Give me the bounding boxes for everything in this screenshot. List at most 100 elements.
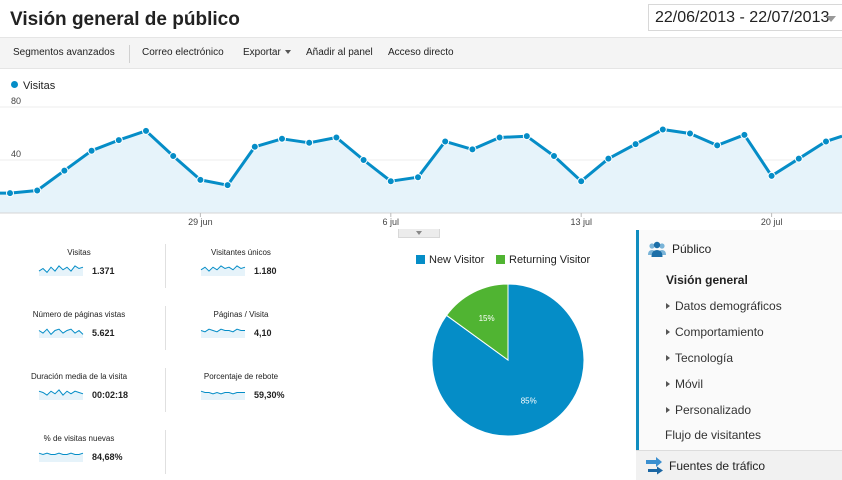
advanced-segments-button[interactable]: Segmentos avanzados — [13, 47, 115, 58]
expand-triangle-icon — [666, 329, 670, 335]
data-point — [713, 141, 722, 150]
expand-triangle-icon — [666, 355, 670, 361]
data-point — [604, 154, 613, 163]
metric-pageviews[interactable]: Número de páginas vistas 5.621 — [14, 310, 144, 338]
visits-line-chart: 80 40 29 jun 6 jul 13 jul 20 jul — [0, 96, 842, 227]
data-point — [468, 145, 477, 154]
sidebar-item-behavior[interactable]: Comportamiento — [666, 325, 764, 339]
metric-unique-visitors[interactable]: Visitantes únicos 1.180 — [176, 248, 306, 276]
pie-slice-label: 15% — [479, 314, 495, 323]
chart-collapse-handle[interactable] — [398, 229, 440, 238]
export-label: Exportar — [243, 47, 281, 58]
metric-value: 1.371 — [92, 266, 115, 276]
add-to-dashboard-button[interactable]: Añadir al panel — [306, 47, 373, 58]
sidebar-section-traffic-sources[interactable]: Fuentes de tráfico — [636, 450, 842, 480]
sidebar-item-label: Datos demográficos — [675, 299, 782, 313]
data-point — [6, 189, 14, 198]
data-point — [631, 140, 640, 149]
metric-sparkline — [38, 389, 84, 400]
new-visitor-swatch — [416, 255, 425, 264]
metric-label: Páginas / Visita — [213, 310, 269, 319]
metric-divider — [165, 430, 166, 474]
data-point — [495, 133, 504, 142]
chevron-down-icon — [826, 16, 836, 22]
y-tick-label: 40 — [11, 149, 21, 159]
sidebar-item-custom[interactable]: Personalizado — [666, 403, 751, 417]
data-point — [359, 156, 368, 164]
data-point — [278, 134, 286, 143]
email-button[interactable]: Correo electrónico — [142, 47, 224, 58]
data-point — [740, 130, 749, 139]
data-point — [441, 137, 450, 146]
sidebar-section-label: Público — [672, 242, 712, 256]
audience-icon — [648, 241, 666, 257]
pie-legend-label: New Visitor — [429, 254, 485, 266]
sidebar-item-visitors-flow[interactable]: Flujo de visitantes — [665, 428, 761, 442]
metric-label: Visitantes únicos — [211, 248, 271, 257]
metric-divider — [165, 368, 166, 412]
series-dot-icon — [11, 81, 18, 88]
data-point — [550, 152, 558, 161]
data-point — [522, 132, 531, 141]
x-tick-label: 29 jun — [188, 217, 213, 227]
sidebar-section-audience[interactable]: Público — [639, 238, 842, 264]
metric-pages-per-visit[interactable]: Páginas / Visita 4,10 — [176, 310, 306, 338]
metric-avg-duration[interactable]: Duración media de la visita 00:02:18 — [14, 372, 144, 400]
returning-visitor-swatch — [496, 255, 505, 264]
toolbar-divider — [129, 45, 130, 63]
chart-legend: Visitas — [11, 80, 55, 92]
data-point — [196, 175, 205, 184]
x-tick-label: 20 jul — [761, 217, 783, 227]
metric-visits[interactable]: Visitas 1.371 — [14, 248, 144, 276]
y-tick-label: 80 — [11, 96, 21, 106]
metric-label: Porcentaje de rebote — [203, 372, 279, 381]
date-range-selector[interactable]: 22/06/2013 - 22/07/2013 — [648, 4, 842, 31]
expand-triangle-icon — [666, 381, 670, 387]
collapse-chevron-icon — [416, 231, 422, 235]
sidebar-item-mobile[interactable]: Móvil — [666, 377, 703, 391]
data-point — [60, 166, 69, 175]
metric-bounce-rate[interactable]: Porcentaje de rebote 59,30% — [176, 372, 306, 400]
metric-sparkline — [38, 265, 84, 276]
date-range-label: 22/06/2013 - 22/07/2013 — [655, 9, 830, 26]
data-point — [767, 171, 776, 180]
data-point — [223, 181, 232, 190]
report-toolbar: Segmentos avanzados Correo electrónico E… — [0, 37, 842, 69]
sidebar-item-label: Personalizado — [675, 403, 752, 417]
metric-sparkline — [200, 265, 246, 276]
data-point — [658, 125, 667, 134]
metric-sparkline — [38, 452, 84, 462]
export-caret-icon — [284, 50, 291, 54]
data-point — [332, 133, 341, 142]
data-point — [87, 146, 96, 155]
pie-legend-label: Returning Visitor — [509, 254, 591, 266]
audience-sidebar: Público Visión general Datos demográfico… — [636, 230, 842, 480]
metric-value: 59,30% — [254, 390, 285, 400]
pie-legend-returning: Returning Visitor — [496, 254, 590, 266]
metric-label: Duración media de la visita — [30, 372, 128, 381]
traffic-sources-icon — [646, 457, 663, 475]
sidebar-item-label: Tecnología — [675, 351, 734, 365]
data-point — [169, 152, 178, 161]
metric-label: % de visitas nuevas — [43, 434, 115, 443]
sidebar-item-demographics[interactable]: Datos demográficos — [666, 299, 782, 313]
expand-triangle-icon — [666, 303, 670, 309]
data-point — [114, 136, 123, 145]
sidebar-item-technology[interactable]: Tecnología — [666, 351, 733, 365]
metric-sparkline — [200, 390, 245, 400]
metric-value: 84,68% — [92, 452, 123, 462]
data-point — [577, 177, 586, 186]
metric-divider — [165, 306, 166, 350]
pie-legend-new: New Visitor — [416, 254, 484, 266]
export-button[interactable]: Exportar — [243, 47, 291, 58]
metric-value: 4,10 — [254, 328, 272, 338]
data-point — [386, 177, 395, 186]
metric-divider — [165, 244, 166, 288]
metric-new-visits[interactable]: % de visitas nuevas 84,68% — [14, 434, 144, 462]
metric-value: 00:02:18 — [92, 390, 129, 400]
metric-label: Visitas — [67, 248, 91, 257]
data-point — [33, 186, 42, 195]
legend-label: Visitas — [23, 80, 56, 92]
sidebar-item-overview[interactable]: Visión general — [666, 273, 748, 287]
shortcut-button[interactable]: Acceso directo — [388, 47, 454, 58]
